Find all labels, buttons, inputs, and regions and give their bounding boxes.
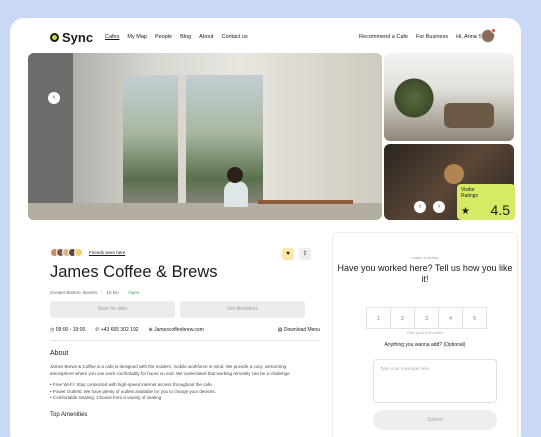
- nav-link-people[interactable]: People: [155, 34, 172, 40]
- website-text: Jamescoffeebrew.com: [154, 327, 204, 333]
- rating-label: Visitor Ratings: [461, 187, 478, 199]
- rating-option[interactable]: 4: [438, 307, 463, 329]
- nav-link-contact[interactable]: Contact us: [221, 34, 247, 40]
- top-nav: Sync Cafes My Map People Blog About Cont…: [10, 18, 521, 58]
- logo[interactable]: Sync: [50, 30, 93, 45]
- bullet-text: Free Wi-Fi: Stay connected with high-spe…: [52, 382, 213, 387]
- rating-scale: 1 2 3 4 5: [366, 307, 487, 329]
- about-heading: About: [50, 350, 69, 357]
- download-menu-text: Download Menu: [283, 327, 320, 333]
- for-business-link[interactable]: For Business: [416, 34, 448, 40]
- rating-option[interactable]: 5: [462, 307, 487, 329]
- about-text: James Brews & Coffee is a cafe is design…: [50, 364, 290, 376]
- nav-link-cafes[interactable]: Cafes: [105, 34, 119, 40]
- meta-dot: ·: [101, 290, 103, 295]
- submit-button[interactable]: Submit: [373, 410, 497, 430]
- bullet-text: Comfortable Seating: Choose from a varie…: [52, 395, 162, 400]
- action-buttons: Save for later Get directions: [50, 301, 320, 318]
- hero-photo-top: [384, 53, 514, 141]
- info-row: ◷ 09:00 - 19:00 ✆ +43 665 302 192 ⊕ Jame…: [50, 327, 320, 333]
- open-status: Open: [128, 290, 140, 295]
- recommend-cafe-link[interactable]: Recommend a Cafe: [359, 34, 408, 40]
- divider: [50, 340, 320, 341]
- friends-were-here-link[interactable]: Friends were here: [89, 250, 125, 255]
- hours: ◷ 09:00 - 19:00: [50, 327, 85, 333]
- bullet-item: • Comfortable Seating: Choose from a var…: [50, 395, 162, 400]
- photo-table: [258, 200, 353, 204]
- cafe-location: Greater Boston, Boston: [50, 290, 98, 295]
- amenity-bullets: • Free Wi-Fi: Stay connected with high-s…: [50, 382, 320, 402]
- scale-hint: From good to Excellent: [407, 331, 443, 335]
- user-avatar[interactable]: [481, 28, 496, 43]
- cafe-meta: Greater Boston, Boston · 15 km · Open: [50, 290, 320, 295]
- top-amenities-heading: Top Amenities: [50, 411, 88, 418]
- chevron-left-icon[interactable]: ‹: [48, 92, 60, 104]
- gallery-prev-button[interactable]: ‹: [414, 201, 426, 213]
- logo-pin-icon: [50, 33, 59, 42]
- app-window: Sync Cafes My Map People Blog About Cont…: [10, 18, 521, 437]
- save-for-later-button[interactable]: Save for later: [50, 301, 175, 318]
- nav-link-about[interactable]: About: [199, 34, 213, 40]
- cafe-distance: 15 km: [106, 290, 119, 295]
- visitor-rating-card: Visitor Ratings ★ 4.5: [457, 184, 515, 220]
- download-menu-link[interactable]: ▤ Download Menu: [278, 327, 320, 333]
- photo-floor: [28, 203, 382, 220]
- photo-pillar: [178, 75, 186, 205]
- nav-link-blog[interactable]: Blog: [180, 34, 191, 40]
- favorite-icon[interactable]: ♥: [282, 248, 294, 260]
- photo-wall: [28, 53, 73, 220]
- notification-dot: [491, 28, 496, 33]
- nav-right: Recommend a Cafe For Business Hi, Anna S…: [359, 34, 494, 40]
- photo-plant: [394, 73, 434, 123]
- photo-person-head: [227, 167, 243, 183]
- rating-option[interactable]: 1: [366, 307, 391, 329]
- gallery-next-button[interactable]: ›: [433, 201, 445, 213]
- review-card: Leave a review Have you worked here? Tel…: [332, 232, 518, 437]
- website[interactable]: ⊕ Jamescoffeebrew.com: [149, 327, 204, 333]
- photo-chair: [444, 103, 494, 128]
- phone-text: +43 665 302 192: [100, 327, 139, 333]
- meta-dot: ·: [122, 290, 125, 295]
- add-comment-label: Anything you wanna add? (Optional): [384, 342, 466, 348]
- logo-text: Sync: [62, 30, 94, 45]
- rating-value: 4.5: [490, 202, 510, 218]
- hero-main-photo: ‹: [28, 53, 382, 220]
- cafe-title: James Coffee & Brews: [50, 263, 218, 281]
- cafe-details: Friends were here ♥ ⇪ James Coffee & Bre…: [50, 248, 320, 418]
- rating-option[interactable]: 3: [414, 307, 439, 329]
- nav-links: Cafes My Map People Blog About Contact u…: [105, 34, 248, 40]
- hours-text: 09:00 - 19:00: [55, 327, 86, 333]
- share-icon[interactable]: ⇪: [299, 248, 311, 260]
- friend-avatar: [74, 248, 83, 257]
- rating-option[interactable]: 2: [390, 307, 415, 329]
- friend-avatars: [50, 248, 83, 257]
- review-label: Leave a review: [411, 255, 439, 260]
- friends-row: Friends were here: [50, 248, 320, 257]
- star-icon: ★: [461, 206, 470, 217]
- review-message-input[interactable]: Type your message here: [373, 359, 497, 403]
- review-question: Have you worked here? Tell us how you li…: [337, 263, 513, 284]
- nav-link-my-map[interactable]: My Map: [127, 34, 147, 40]
- phone[interactable]: ✆ +43 665 302 192: [95, 327, 138, 333]
- get-directions-button[interactable]: Get directions: [180, 301, 305, 318]
- photo-lamp: [444, 164, 464, 184]
- bullet-text: Power Outlets: We have plenty of outlets…: [52, 388, 216, 394]
- photo-person: [224, 181, 248, 207]
